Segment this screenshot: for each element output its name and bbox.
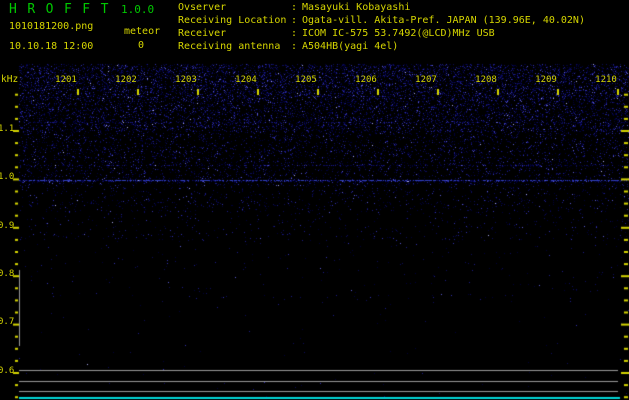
- y-axis-tick-label: 1.0: [0, 172, 15, 182]
- info-colon: :: [291, 40, 298, 52]
- x-axis-time-label: 1206: [355, 75, 377, 85]
- info-value: Masayuki Kobayashi: [302, 2, 411, 13]
- hrofft-window: HROFFT 1.0.0 1010181200.png meteor 10.10…: [0, 0, 629, 400]
- info-row-receiver: Receiver: ICOM IC-575 53.7492(@LCD)MHz US…: [178, 28, 585, 41]
- y-axis-tick-label: 0.6: [0, 366, 15, 376]
- info-label: Receiver: [178, 27, 227, 39]
- x-axis-time-label: 1201: [55, 75, 77, 85]
- y-axis-unit-label: kHz: [1, 74, 19, 85]
- y-axis-tick-label: 1.1: [0, 124, 15, 134]
- x-axis-time-label: 1205: [295, 75, 317, 85]
- meteor-count: 0: [138, 40, 145, 51]
- app-title: HROFFT: [9, 2, 119, 17]
- y-axis-tick-label: 0.7: [0, 317, 15, 327]
- y-axis-tick-label: 0.9: [0, 221, 15, 231]
- info-label: Receiving Location: [178, 14, 287, 26]
- spectrogram-canvas: [0, 0, 629, 400]
- info-row-antenna: Receiving antenna: A504HB(yagi 4el): [178, 41, 585, 54]
- x-axis-time-label: 1204: [235, 75, 257, 85]
- x-axis-time-label: 1208: [475, 75, 497, 85]
- output-filename: 1010181200.png: [9, 21, 94, 32]
- info-row-location: Receiving Location: Ogata-vill. Akita-Pre…: [178, 15, 585, 28]
- station-info: Ovserver: Masayuki Kobayashi Receiving Lo…: [178, 2, 585, 54]
- info-label: Receiving antenna: [178, 40, 281, 52]
- x-axis-time-label: 1210: [595, 75, 617, 85]
- x-axis-time-label: 1202: [115, 75, 137, 85]
- info-label: Ovserver: [178, 2, 227, 13]
- info-row-observer: Ovserver: Masayuki Kobayashi: [178, 2, 585, 15]
- info-value: ICOM IC-575 53.7492(@LCD)MHz USB: [302, 27, 495, 39]
- info-colon: :: [291, 27, 298, 39]
- info-colon: :: [291, 2, 298, 13]
- info-value: A504HB(yagi 4el): [302, 40, 399, 52]
- datetime-label: 10.10.18 12:00: [9, 41, 94, 52]
- y-axis-tick-label: 0.8: [0, 269, 15, 279]
- mode-label: meteor: [124, 26, 161, 37]
- info-value: Ogata-vill. Akita-Pref. JAPAN (139.96E, …: [302, 14, 585, 26]
- x-axis-time-label: 1207: [415, 75, 437, 85]
- x-axis-time-label: 1209: [535, 75, 557, 85]
- x-axis-time-label: 1203: [175, 75, 197, 85]
- app-version: 1.0.0: [121, 3, 155, 16]
- info-colon: :: [291, 14, 298, 26]
